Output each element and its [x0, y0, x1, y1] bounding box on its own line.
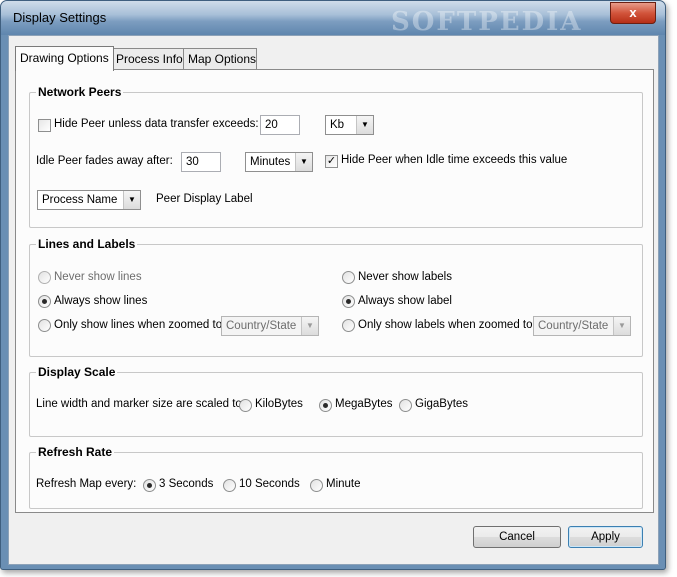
refresh-10-seconds-radio[interactable]: [223, 479, 236, 492]
peer-display-label-select[interactable]: Process Name ▼: [37, 190, 141, 210]
always-show-lines-radio[interactable]: [38, 295, 51, 308]
display-scale-prompt: Line width and marker size are scaled to…: [36, 398, 246, 410]
transfer-unit-value: Kb: [330, 119, 345, 131]
always-show-labels-radio[interactable]: [342, 295, 355, 308]
gigabytes-radio[interactable]: [399, 399, 412, 412]
hide-idle-checkbox[interactable]: ✓: [325, 155, 338, 168]
peer-display-label-value: Process Name: [42, 194, 118, 206]
zoom-lines-select[interactable]: Country/State ▼: [221, 316, 319, 336]
lines-labels-group: Lines and Labels Never show lines Always…: [29, 237, 643, 357]
display-settings-window: SOFTPEDIA Display Settings x Drawing Opt…: [0, 0, 666, 570]
chevron-down-icon: ▼: [613, 317, 630, 335]
always-show-lines-label: Always show lines: [54, 295, 148, 307]
chevron-down-icon: ▼: [123, 191, 140, 209]
refresh-3-seconds-radio[interactable]: [143, 479, 156, 492]
network-peers-group: Network Peers Hide Peer unless data tran…: [29, 85, 643, 228]
zoom-labels-select[interactable]: Country/State ▼: [533, 316, 631, 336]
close-button[interactable]: x: [610, 2, 656, 24]
chevron-down-icon: ▼: [301, 317, 318, 335]
never-show-lines-radio[interactable]: [38, 271, 51, 284]
idle-unit-select[interactable]: Minutes ▼: [245, 152, 313, 172]
zoom-lines-radio[interactable]: [38, 319, 51, 332]
zoom-labels-value: Country/State: [538, 320, 609, 332]
kilobytes-label: KiloBytes: [255, 398, 303, 410]
tab-drawing-options[interactable]: Drawing Options: [15, 46, 114, 71]
dialog-client-area: Drawing Options Process Info Map Options…: [8, 35, 659, 565]
megabytes-label: MegaBytes: [335, 398, 393, 410]
zoom-lines-value: Country/State: [226, 320, 297, 332]
apply-button[interactable]: Apply: [568, 526, 643, 548]
hide-idle-label: Hide Peer when Idle time exceeds this va…: [341, 154, 568, 166]
transfer-threshold-input[interactable]: 20: [260, 115, 300, 135]
never-show-lines-label: Never show lines: [54, 271, 142, 283]
never-show-labels-radio[interactable]: [342, 271, 355, 284]
lines-labels-title: Lines and Labels: [36, 237, 138, 251]
refresh-rate-group: Refresh Rate Refresh Map every: 3 Second…: [29, 445, 643, 509]
chevron-down-icon: ▼: [295, 153, 312, 171]
peer-display-label-text: Peer Display Label: [156, 193, 253, 205]
checkmark-icon: ✓: [326, 155, 337, 167]
idle-unit-value: Minutes: [250, 156, 291, 168]
refresh-rate-prompt: Refresh Map every:: [36, 478, 137, 490]
tab-process-info[interactable]: Process Info: [111, 48, 185, 69]
tab-map-options[interactable]: Map Options: [183, 48, 257, 69]
always-show-labels-label: Always show label: [358, 295, 452, 307]
chevron-down-icon: ▼: [356, 116, 373, 134]
transfer-unit-select[interactable]: Kb ▼: [325, 115, 374, 135]
drawing-options-panel: Network Peers Hide Peer unless data tran…: [15, 69, 654, 513]
idle-time-input[interactable]: 30: [181, 152, 221, 172]
cancel-button[interactable]: Cancel: [473, 526, 561, 548]
idle-peer-label: Idle Peer fades away after:: [36, 155, 173, 167]
refresh-3-seconds-label: 3 Seconds: [159, 478, 214, 490]
hide-peer-label: Hide Peer unless data transfer exceeds:: [54, 118, 259, 130]
zoom-lines-label: Only show lines when zoomed to: [54, 319, 223, 331]
gigabytes-label: GigaBytes: [415, 398, 469, 410]
network-peers-title: Network Peers: [36, 85, 124, 99]
refresh-minute-radio[interactable]: [310, 479, 323, 492]
never-show-labels-label: Never show labels: [358, 271, 452, 283]
softpedia-watermark: SOFTPEDIA: [391, 7, 583, 37]
close-icon: x: [629, 5, 637, 20]
refresh-rate-title: Refresh Rate: [36, 445, 115, 459]
megabytes-radio[interactable]: [319, 399, 332, 412]
display-scale-title: Display Scale: [36, 365, 118, 379]
window-title: Display Settings: [13, 10, 107, 25]
hide-peer-checkbox[interactable]: [38, 119, 51, 132]
display-scale-group: Display Scale Line width and marker size…: [29, 365, 643, 437]
title-bar[interactable]: SOFTPEDIA Display Settings x: [1, 1, 665, 37]
refresh-minute-label: Minute: [326, 478, 361, 490]
zoom-labels-radio[interactable]: [342, 319, 355, 332]
zoom-labels-label: Only show labels when zoomed to: [358, 319, 533, 331]
refresh-10-seconds-label: 10 Seconds: [239, 478, 300, 490]
kilobytes-radio[interactable]: [239, 399, 252, 412]
